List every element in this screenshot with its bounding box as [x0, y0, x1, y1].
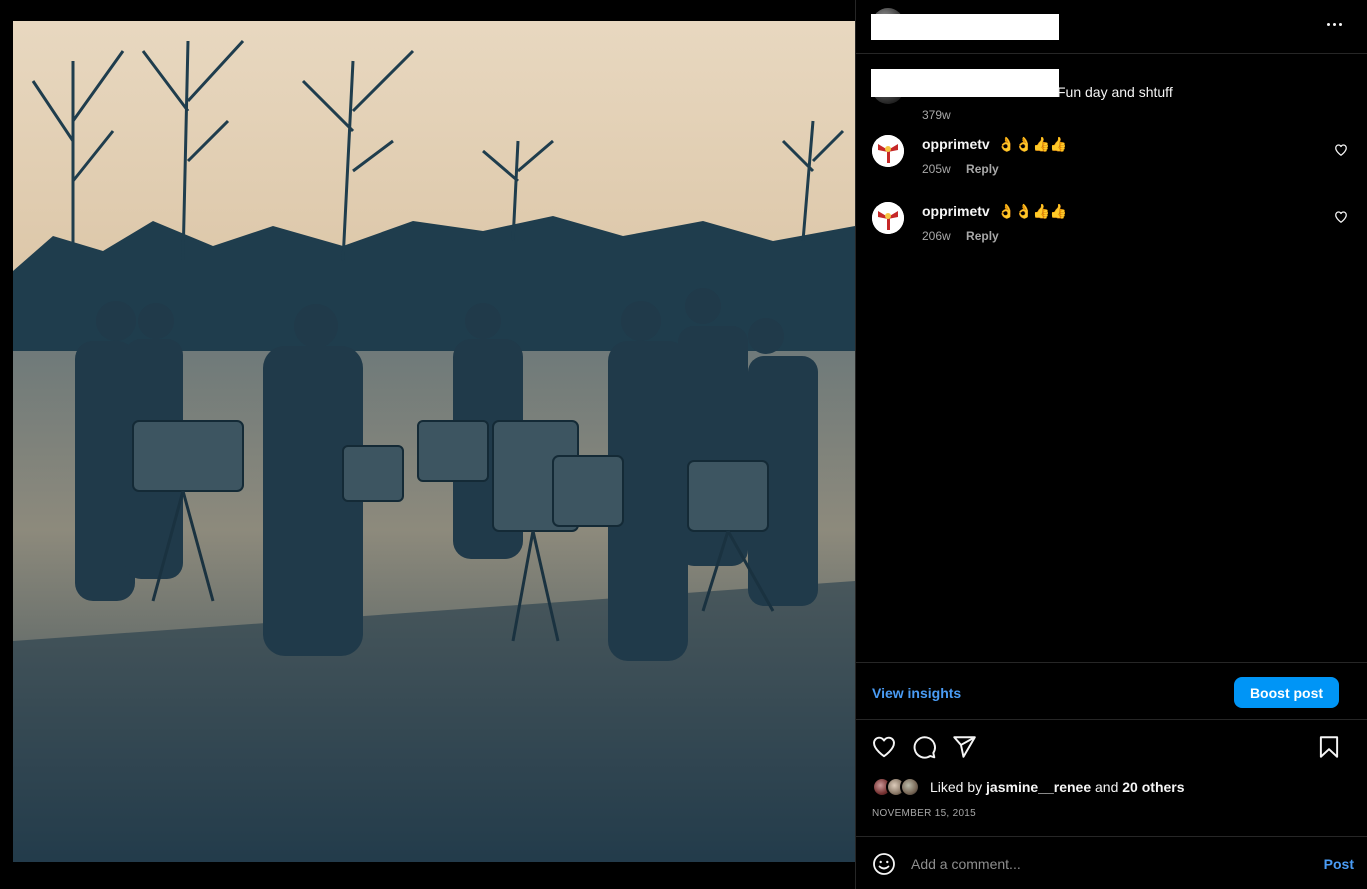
post-side-panel: Fun day and shtuff 379w opprimetv 👌👌👍👍 2… [855, 0, 1367, 889]
commenter-logo-icon [872, 202, 904, 234]
comments-list: Fun day and shtuff 379w opprimetv 👌👌👍👍 2… [856, 54, 1367, 662]
likes-text: Liked by jasmine__renee and 20 others [930, 779, 1185, 795]
comment-text: 👌👌👍👍 [997, 203, 1068, 219]
caption-timestamp[interactable]: 379w [922, 108, 951, 122]
insights-bar: View insights Boost post [856, 662, 1367, 720]
commenter-avatar[interactable] [872, 135, 904, 167]
heart-icon[interactable] [871, 734, 897, 760]
reply-button[interactable]: Reply [966, 162, 999, 176]
post-photo[interactable] [13, 21, 855, 862]
likes-prefix: Liked by [930, 779, 983, 795]
commenter-logo-icon [872, 135, 904, 167]
comment-meta: 205w Reply [922, 162, 999, 176]
post-date[interactable]: NOVEMBER 15, 2015 [872, 808, 976, 819]
first-liker-link[interactable]: jasmine__renee [986, 779, 1091, 795]
post-comment-button[interactable]: Post [1324, 856, 1354, 872]
bookmark-icon[interactable] [1316, 734, 1342, 760]
paper-plane-icon[interactable] [951, 734, 977, 760]
comment-username[interactable]: opprimetv [922, 203, 990, 219]
smiley-icon[interactable] [872, 852, 896, 876]
comment-heart-icon[interactable] [1334, 143, 1348, 157]
photo-illustration [13, 21, 855, 862]
boost-post-button[interactable]: Boost post [1234, 677, 1339, 708]
add-comment-bar: Post [856, 836, 1367, 889]
comment-bubble-icon[interactable] [911, 734, 937, 760]
comment-text: 👌👌👍👍 [997, 136, 1068, 152]
comment-line: opprimetv 👌👌👍👍 [922, 203, 1067, 220]
comment-item: opprimetv 👌👌👍👍 205w Reply [856, 133, 1367, 193]
likes-joiner: and [1095, 779, 1119, 795]
view-insights-link[interactable]: View insights [872, 685, 961, 701]
more-options-icon[interactable] [1322, 14, 1346, 34]
comment-timestamp[interactable]: 205w [922, 162, 951, 176]
comment-item: opprimetv 👌👌👍👍 206w Reply [856, 200, 1367, 260]
comment-heart-icon[interactable] [1334, 210, 1348, 224]
liker-avatars[interactable] [872, 777, 924, 797]
post-media-area [0, 0, 855, 889]
post-header [856, 0, 1367, 54]
likes-summary: Liked by jasmine__renee and 20 others [856, 774, 1367, 800]
caption-text: Fun day and shtuff [1057, 84, 1173, 100]
comment-input[interactable] [911, 852, 1291, 876]
comment-meta: 206w Reply [922, 229, 999, 243]
comment-username[interactable]: opprimetv [922, 136, 990, 152]
comment-timestamp[interactable]: 206w [922, 229, 951, 243]
commenter-avatar[interactable] [872, 202, 904, 234]
redacted-caption-username [871, 69, 1059, 97]
redacted-username [871, 14, 1059, 40]
reply-button[interactable]: Reply [966, 229, 999, 243]
liker-avatar [900, 777, 920, 797]
post-caption: Fun day and shtuff 379w [856, 66, 1367, 122]
others-likes-link[interactable]: 20 others [1122, 779, 1184, 795]
comment-line: opprimetv 👌👌👍👍 [922, 136, 1067, 153]
post-actions [856, 730, 1367, 764]
